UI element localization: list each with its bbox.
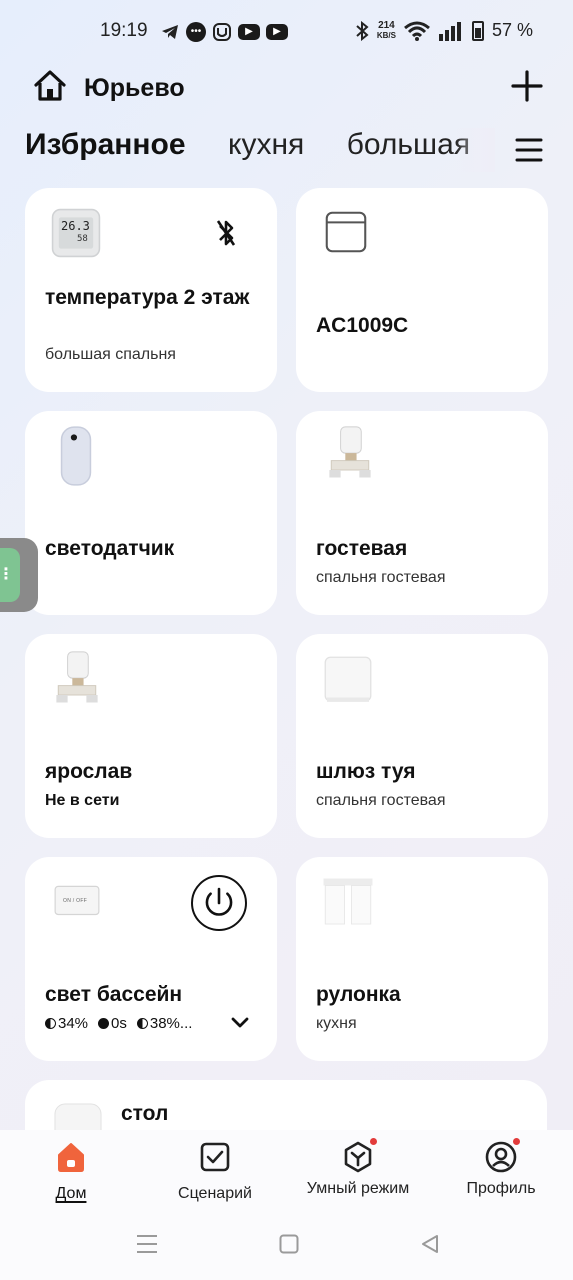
nav-label: Сценарий xyxy=(178,1185,252,1202)
light-sensor-icon xyxy=(60,426,92,486)
bluetooth-icon xyxy=(356,20,369,41)
gateway-icon xyxy=(324,656,372,702)
device-card[interactable]: гостевая спальня гостевая xyxy=(296,411,548,615)
nav-smart-mode[interactable]: Умный режим xyxy=(288,1136,428,1198)
wifi-icon xyxy=(404,21,430,41)
thermometer-hygrometer-icon xyxy=(51,208,101,258)
device-name: ярослав xyxy=(45,760,133,783)
room-tabs: Избранное кухня большая xyxy=(25,128,495,172)
device-offline-status: Не в сети xyxy=(45,792,120,809)
device-name: светодатчик xyxy=(45,537,175,560)
device-card[interactable]: 26.3 58 температура 2 этаж большая спаль… xyxy=(25,188,277,392)
device-card[interactable]: ярослав Не в сети xyxy=(25,634,277,838)
system-navigation-bar xyxy=(0,1210,573,1280)
telegram-icon xyxy=(162,25,178,39)
device-name: свет бассейн xyxy=(45,983,183,1006)
floating-side-handle[interactable]: ⋮ xyxy=(0,538,38,612)
bluetooth-off-icon xyxy=(216,220,236,246)
device-card[interactable]: светодатчик xyxy=(25,411,277,615)
delay-stat: 0s xyxy=(98,1015,127,1032)
tabs-fade xyxy=(455,128,495,172)
menu-icon[interactable] xyxy=(514,136,544,164)
tab-big-bedroom[interactable]: большая xyxy=(347,128,470,162)
brightness-stat: 34% xyxy=(45,1015,88,1032)
notification-badge xyxy=(368,1136,379,1147)
battery-icon xyxy=(471,20,484,41)
device-room: кухня xyxy=(316,1015,357,1032)
home-icon xyxy=(58,1143,84,1172)
messenger-icon: ••• xyxy=(186,22,206,42)
device-display-temp: 26.3 xyxy=(61,219,90,233)
nav-scenario[interactable]: Сценарий xyxy=(145,1140,285,1203)
notification-icons: ••• ▶ ▶ xyxy=(160,22,288,42)
timer-icon xyxy=(98,1018,110,1029)
back-icon[interactable] xyxy=(420,1234,440,1254)
youtube-icon: ▶ xyxy=(266,24,288,40)
device-name: рулонка xyxy=(316,983,401,1006)
roller-blind-icon xyxy=(323,878,373,925)
radiator-valve-icon xyxy=(56,651,98,703)
device-card[interactable]: ON / OFF свет бассейн 34% 0s 38%... xyxy=(25,857,277,1061)
device-card[interactable]: рулонка кухня xyxy=(296,857,548,1061)
level-value: 38%... xyxy=(149,1015,193,1032)
network-speed-value: 214 xyxy=(378,19,395,31)
home-icon[interactable] xyxy=(32,68,68,104)
mi-home-icon xyxy=(213,23,231,41)
battery-percent: 57 % xyxy=(491,20,533,40)
more-dots-icon: ⋮ xyxy=(0,566,14,583)
profile-icon-wrap xyxy=(484,1136,522,1174)
notification-badge xyxy=(511,1136,522,1147)
tab-favorites[interactable]: Избранное xyxy=(25,128,186,162)
smart-mode-icon-wrap xyxy=(341,1136,379,1174)
home-title[interactable]: Юрьево xyxy=(84,74,185,103)
nav-label: Профиль xyxy=(466,1180,536,1197)
device-stats: 34% 0s 38%... xyxy=(45,1015,192,1032)
device-display-humidity: 58 xyxy=(77,234,88,244)
level-stat: 38%... xyxy=(136,1015,193,1032)
device-room: спальня гостевая xyxy=(316,569,446,586)
brightness-value: 34% xyxy=(58,1015,89,1032)
nav-home[interactable]: Дом xyxy=(1,1140,141,1203)
device-name: гостевая xyxy=(316,537,408,560)
status-time: 19:19 xyxy=(100,20,148,41)
recent-apps-icon[interactable] xyxy=(136,1234,158,1254)
scenario-check-icon xyxy=(200,1142,230,1172)
device-card[interactable]: AC1009C xyxy=(296,188,548,392)
device-name: стол xyxy=(121,1102,169,1125)
system-status: 214 KB/S 57 % xyxy=(355,20,533,41)
home-square-icon[interactable] xyxy=(279,1234,299,1254)
device-room: большая спальня xyxy=(45,346,176,363)
add-button[interactable] xyxy=(511,70,543,102)
power-button[interactable] xyxy=(191,875,247,931)
tab-kitchen[interactable]: кухня xyxy=(228,128,304,162)
nav-label: Дом xyxy=(55,1185,87,1202)
brightness-icon xyxy=(45,1018,56,1029)
network-speed-unit: KB/S xyxy=(376,30,396,40)
radiator-valve-icon xyxy=(329,426,371,478)
status-bar: 19:19 ••• ▶ ▶ 214 KB/S 57 % xyxy=(0,0,573,64)
device-card[interactable]: шлюз туя спальня гостевая xyxy=(296,634,548,838)
signal-icon xyxy=(438,21,461,41)
device-name: шлюз туя xyxy=(316,760,416,783)
youtube-icon: ▶ xyxy=(238,24,260,40)
bottom-navigation: Дом Сценарий Умный режим Профиль xyxy=(0,1130,573,1210)
device-name: температура 2 этаж xyxy=(45,286,250,309)
network-speed: 214 KB/S xyxy=(376,19,396,41)
device-name: AC1009C xyxy=(316,314,409,337)
window-panel-icon xyxy=(325,211,367,253)
nav-profile[interactable]: Профиль xyxy=(431,1136,571,1198)
chevron-down-icon[interactable] xyxy=(231,1017,249,1029)
home-header: Юрьево xyxy=(32,68,547,108)
nav-label: Умный режим xyxy=(306,1180,410,1197)
delay-value: 0s xyxy=(111,1015,127,1032)
device-room: спальня гостевая xyxy=(316,792,446,809)
device-module-label: ON / OFF xyxy=(63,898,88,904)
level-icon xyxy=(136,1018,148,1029)
